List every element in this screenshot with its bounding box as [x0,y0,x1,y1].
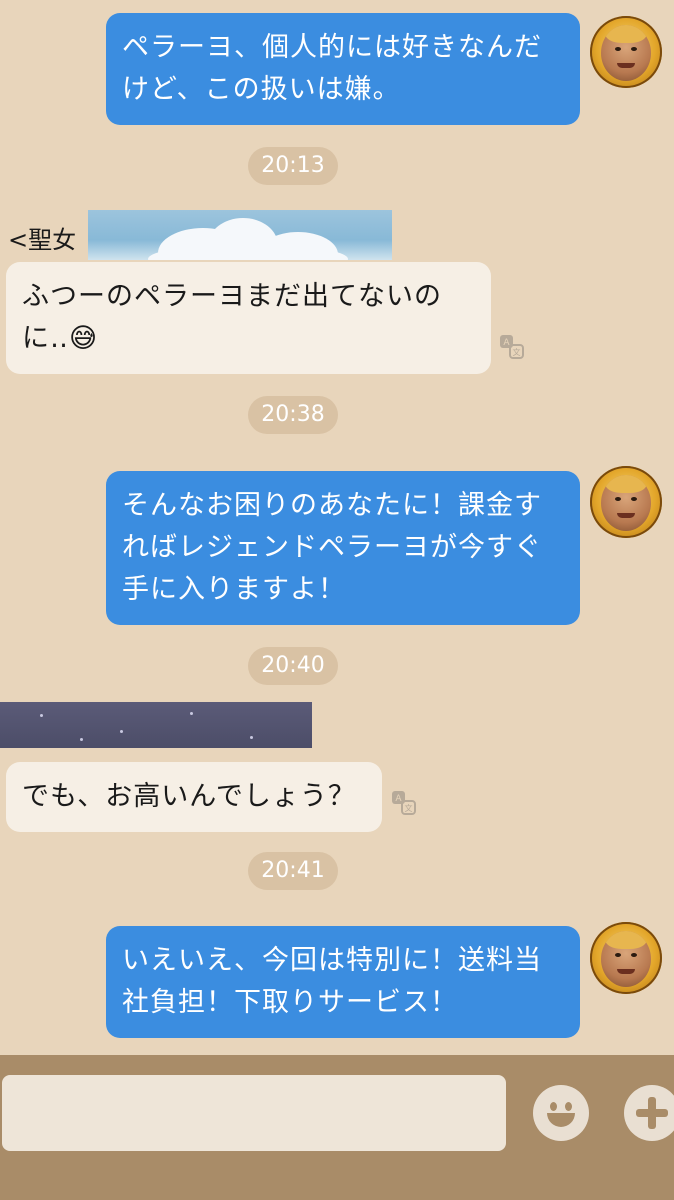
message-input-bar [0,1055,674,1200]
message-text: いえいえ、今回は特別に！送料当社負担！下取りサービス！ [122,945,542,1018]
incoming-message-bubble[interactable]: ふつーのペラーヨまだ出てないのに‥😅 [6,262,491,374]
emoji-icon[interactable] [533,1085,589,1141]
chat-area[interactable]: ペラーヨ、個人的には好きなんだけど、この扱いは嫌。 20:13 <聖女 ふつーの… [0,0,674,1055]
timestamp: 20:38 [248,396,338,434]
redaction-image [88,210,392,260]
message-text: ペラーヨ、個人的には好きなんだけど、この扱いは嫌。 [122,32,542,105]
avatar-icon[interactable] [590,922,662,994]
message-text: そんなお困りのあなたに！課金すればレジェンドペラーヨが今すぐ手に入りますよ！ [122,490,542,605]
translate-icon[interactable]: A 文 [498,333,526,361]
outgoing-message-bubble[interactable]: ペラーヨ、個人的には好きなんだけど、この扱いは嫌。 [106,13,580,125]
message-text: でも、お高いんでしょう？ [22,781,356,812]
avatar-icon[interactable] [590,466,662,538]
timestamp: 20:41 [248,852,338,890]
avatar-icon[interactable] [590,16,662,88]
message-text: ふつーのペラーヨまだ出てないのに‥😅 [22,281,442,354]
outgoing-message-bubble[interactable]: いえいえ、今回は特別に！送料当社負担！下取りサービス！ [106,926,580,1038]
message-input[interactable] [2,1075,506,1151]
sender-name: <聖女 [8,226,77,254]
incoming-message-bubble[interactable]: でも、お高いんでしょう？ [6,762,382,832]
timestamp: 20:13 [248,147,338,185]
svg-text:文: 文 [405,803,413,813]
redaction-image [0,702,312,748]
plus-icon[interactable] [624,1085,674,1141]
translate-icon[interactable]: A 文 [390,789,418,817]
timestamp: 20:40 [248,647,338,685]
outgoing-message-bubble[interactable]: そんなお困りのあなたに！課金すればレジェンドペラーヨが今すぐ手に入りますよ！ [106,471,580,625]
svg-text:文: 文 [513,347,521,357]
